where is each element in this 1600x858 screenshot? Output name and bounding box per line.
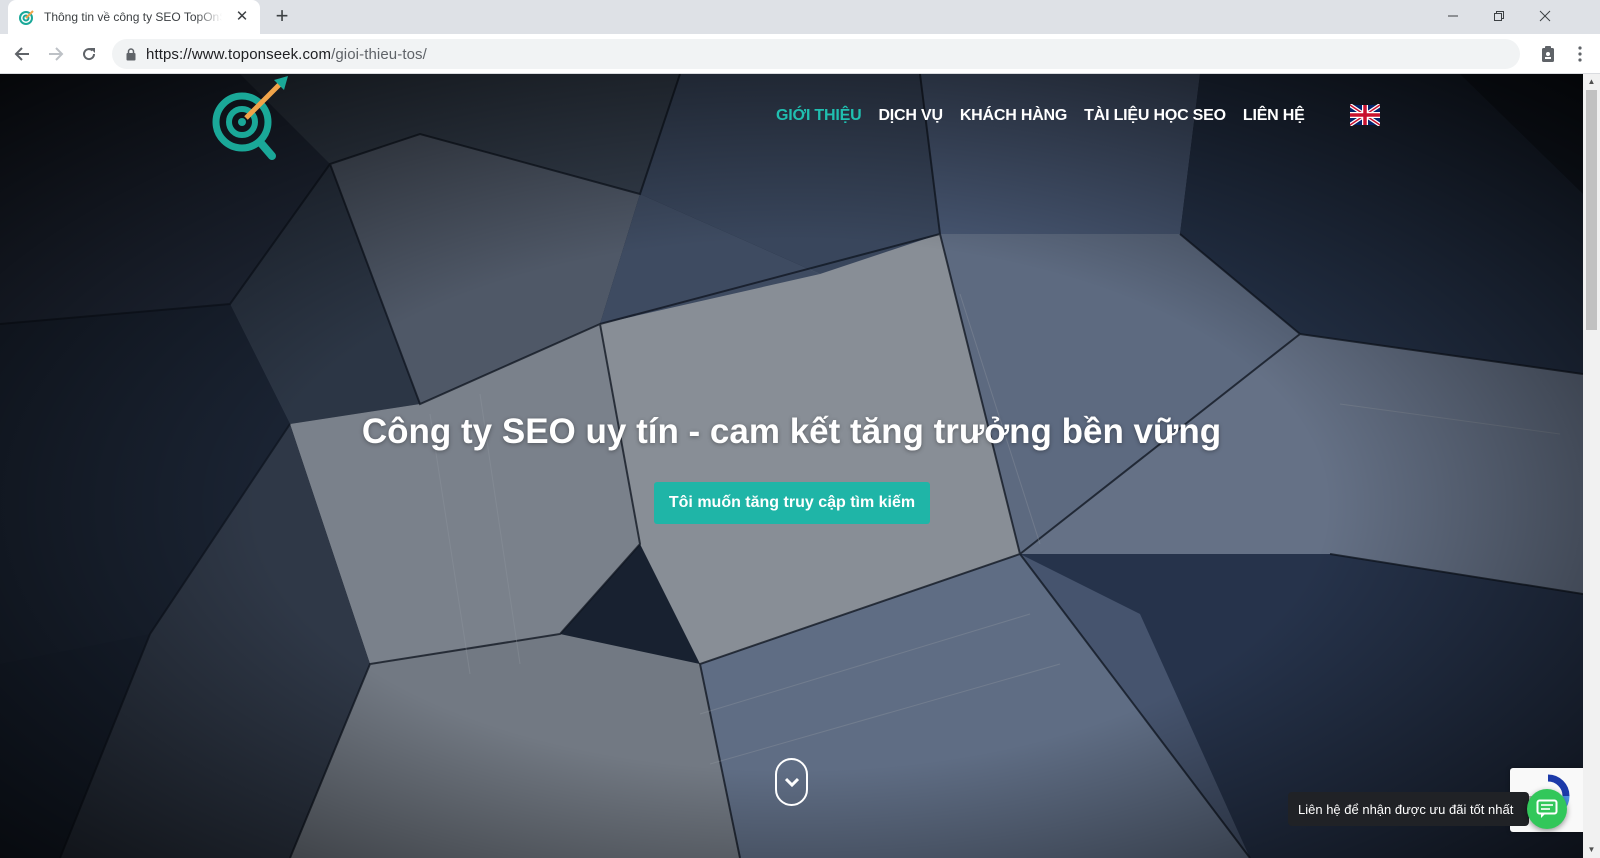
toponseek-logo[interactable] [210,76,290,160]
forward-arrow-icon[interactable] [42,40,70,68]
uk-flag-icon[interactable] [1350,104,1380,126]
restore-button[interactable] [1476,0,1522,32]
page-viewport: Giới thiệu Dịch vụ Khách hàng Tài liệu h… [0,74,1583,858]
clipboard-extension-icon[interactable] [1534,40,1562,68]
chat-tooltip: Liên hệ để nhận được ưu đãi tốt nhất [1288,792,1537,826]
target-favicon-icon [18,8,36,26]
nav-item-dich-vu[interactable]: Dịch vụ [878,107,943,125]
scroll-up-arrow-icon[interactable]: ▲ [1583,74,1600,90]
tab-title: Thông tin về công ty SEO TopOnSeek [44,10,222,24]
url-host: https://www.toponseek.com [146,45,332,63]
back-arrow-icon[interactable] [8,40,36,68]
scroll-down-button[interactable] [775,758,808,806]
reload-icon[interactable] [75,40,103,68]
nav-item-lien-he[interactable]: Liên hệ [1243,107,1305,125]
chevron-down-icon [784,777,799,787]
lock-icon [126,47,136,61]
cta-button[interactable]: Tôi muốn tăng truy cập tìm kiếm [654,482,930,524]
browser-tab-strip: Thông tin về công ty SEO TopOnSeek ✕ + [0,0,1600,34]
browser-toolbar: https://www.toponseek.com/gioi-thieu-tos… [0,34,1600,74]
scroll-down-arrow-icon[interactable]: ▼ [1583,842,1600,858]
minimize-button[interactable] [1430,0,1476,32]
page-scrollbar[interactable]: ▲ ▼ [1583,74,1600,858]
nav-item-gioi-thieu[interactable]: Giới thiệu [776,107,862,125]
url-path: /gioi-thieu-tos/ [331,45,427,63]
nav-item-khach-hang[interactable]: Khách hàng [960,107,1068,125]
chat-bubble-icon [1536,799,1558,818]
url-text: https://www.toponseek.com/gioi-thieu-tos… [146,46,427,63]
main-navigation: Giới thiệu Dịch vụ Khách hàng Tài liệu h… [776,107,1305,125]
hero-title: Công ty SEO uy tín - cam kết tăng trưởng… [361,412,1222,451]
address-bar[interactable]: https://www.toponseek.com/gioi-thieu-tos… [112,39,1520,69]
browser-tab[interactable]: Thông tin về công ty SEO TopOnSeek ✕ [8,0,260,34]
hero-background-image [0,74,1583,858]
nav-item-tai-lieu-hoc-seo[interactable]: Tài liệu học SEO [1084,107,1226,125]
close-window-button[interactable] [1522,0,1568,32]
scrollbar-thumb[interactable] [1586,90,1597,330]
more-menu-icon[interactable] [1566,40,1594,68]
new-tab-button[interactable]: + [270,5,294,29]
chat-button[interactable] [1527,789,1567,829]
close-tab-icon[interactable]: ✕ [234,9,250,25]
